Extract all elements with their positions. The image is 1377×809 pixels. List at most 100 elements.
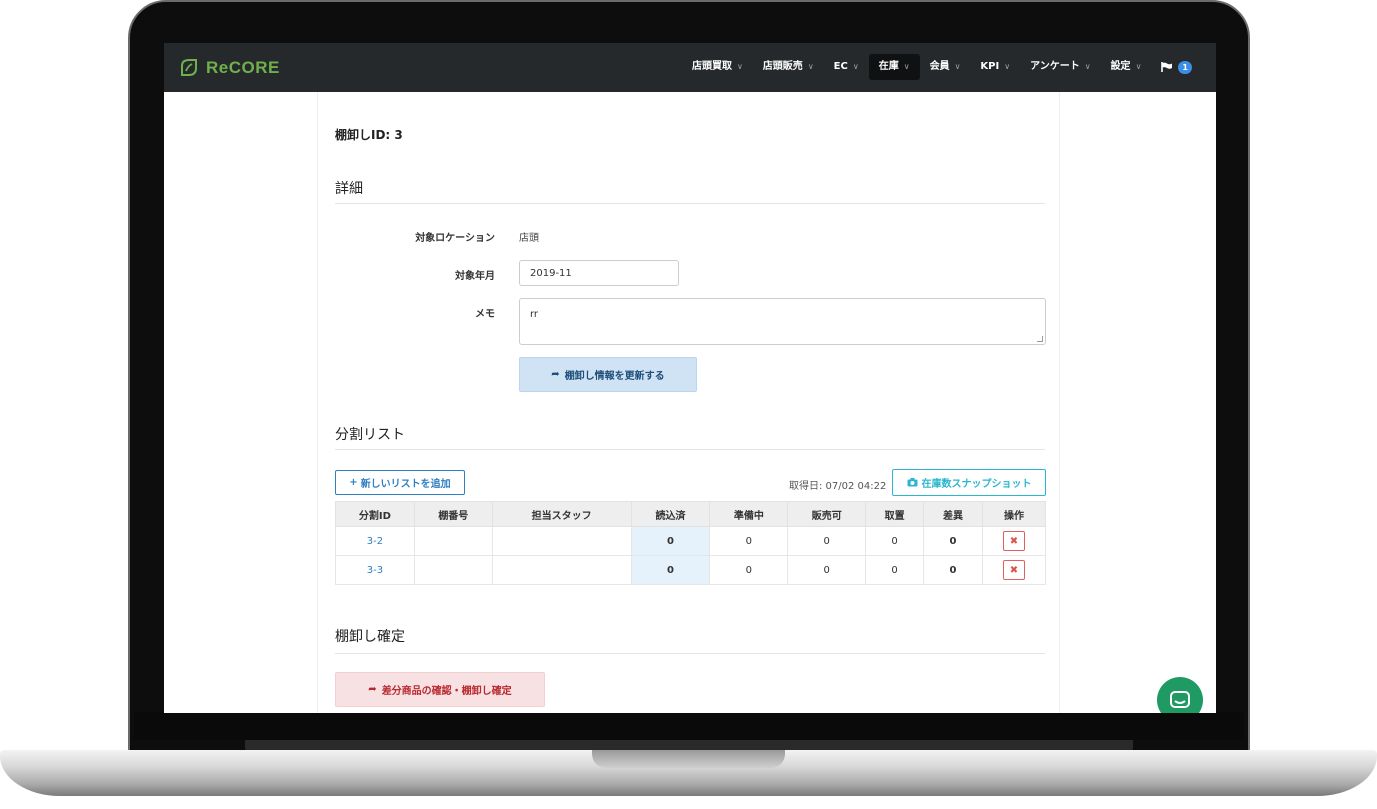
split-id-link[interactable]: 3-3: [367, 565, 383, 576]
laptop-notch: [592, 750, 785, 768]
location-label: 対象ロケーション: [415, 233, 495, 244]
read-count-cell: 0: [630, 555, 711, 585]
staff-cell: [491, 555, 632, 585]
table-row: 3-3 0 0 0 0 0 ✖: [335, 555, 1047, 585]
camera-icon: [907, 478, 917, 487]
nav-item-label: 会員: [929, 61, 950, 72]
confirm-heading: 棚卸し確定: [335, 629, 405, 645]
diff-count-cell: 0: [923, 555, 983, 585]
preparing-count-cell: 0: [709, 526, 789, 556]
nav-item-notifications[interactable]: 1: [1151, 54, 1202, 80]
laptop-bezel: [134, 712, 1244, 740]
nav-item-label: EC: [833, 61, 848, 72]
delete-button[interactable]: ✖: [1002, 531, 1025, 551]
resize-handle-icon[interactable]: [1037, 336, 1043, 342]
confirm-inventory-button[interactable]: ➦ 差分商品の確認・棚卸し確定: [335, 672, 545, 707]
app-screen: ReCORE 店頭買取 ∨ 店頭販売 ∨ EC ∨ 在庫 ∨ 会員 ∨ KPI …: [164, 43, 1216, 713]
action-cell: ✖: [981, 526, 1047, 556]
divider: [335, 653, 1045, 654]
close-icon: ✖: [1009, 535, 1019, 547]
split-list-heading: 分割リスト: [335, 427, 405, 443]
snapshot-button[interactable]: 在庫数スナップショット: [892, 469, 1046, 496]
memo-textarea[interactable]: rr: [519, 298, 1046, 345]
split-id-cell: 3-3: [335, 555, 415, 585]
staff-cell: [491, 526, 632, 556]
details-heading: 詳細: [335, 181, 363, 197]
split-id-link[interactable]: 3-2: [367, 536, 383, 547]
nav-item-label: 在庫: [878, 61, 899, 72]
column-header[interactable]: 準備中: [709, 501, 789, 527]
nav-item-label: KPI: [980, 61, 1000, 72]
nav-item-store-sales[interactable]: 店頭販売 ∨: [753, 54, 824, 80]
shelf-cell: [413, 555, 493, 585]
nav-item-members[interactable]: 会員 ∨: [920, 54, 971, 80]
nav-item-inventory[interactable]: 在庫 ∨: [868, 54, 920, 80]
nav-item-ec[interactable]: EC ∨: [824, 54, 869, 80]
add-list-button[interactable]: + 新しいリストを追加: [335, 470, 465, 495]
notification-badge: 1: [1178, 60, 1192, 74]
sellable-count-cell: 0: [787, 526, 867, 556]
plus-icon: +: [349, 477, 358, 488]
nav-menu: 店頭買取 ∨ 店頭販売 ∨ EC ∨ 在庫 ∨ 会員 ∨ KPI ∨ アンケート…: [682, 53, 1202, 81]
column-header[interactable]: 取置: [865, 501, 925, 527]
memo-label: メモ: [475, 309, 495, 320]
page-title: 棚卸しID: 3: [335, 128, 403, 142]
column-header[interactable]: 分割ID: [335, 501, 415, 527]
chevron-down-icon: ∨: [954, 62, 961, 71]
chevron-down-icon: ∨: [807, 62, 814, 71]
nav-item-settings[interactable]: 設定 ∨: [1101, 54, 1152, 80]
update-inventory-button[interactable]: ➦ 棚卸し情報を更新する: [519, 357, 697, 392]
chevron-down-icon: ∨: [736, 62, 743, 71]
sellable-count-cell: 0: [787, 555, 867, 585]
chevron-down-icon: ∨: [852, 62, 859, 71]
chat-support-button[interactable]: [1157, 677, 1203, 713]
fetch-date: 取得日: 07/02 04:22: [789, 481, 887, 492]
shelf-cell: [413, 526, 493, 556]
nav-item-kpi[interactable]: KPI ∨: [970, 54, 1020, 80]
brand-name: ReCORE: [206, 58, 280, 77]
main-panel: 棚卸しID: 3 詳細 対象ロケーション 店頭 対象年月 2019-11 メモ …: [317, 92, 1060, 713]
location-value: 店頭: [519, 233, 539, 244]
table-header-row: 分割ID 棚番号 担当スタッフ 読込済 準備中 販売可 取置 差異 操作: [335, 501, 1047, 527]
read-count-cell: 0: [630, 526, 711, 556]
snapshot-label: 在庫数スナップショット: [921, 479, 1032, 490]
nav-item-survey[interactable]: アンケート ∨: [1020, 54, 1100, 80]
diff-count-cell: 0: [923, 526, 983, 556]
nav-item-label: 設定: [1110, 61, 1131, 72]
column-header: 操作: [981, 501, 1047, 527]
leaf-logo-icon: [181, 59, 197, 76]
close-icon: ✖: [1009, 564, 1019, 576]
nav-item-label: アンケート: [1030, 61, 1080, 72]
confirm-button-label: 差分商品の確認・棚卸し確定: [381, 686, 512, 697]
share-arrow-icon: ➦: [551, 369, 560, 380]
split-list-table: 分割ID 棚番号 担当スタッフ 読込済 準備中 販売可 取置 差異 操作 3-2…: [335, 501, 1047, 585]
table-row: 3-2 0 0 0 0 0 ✖: [335, 526, 1047, 556]
add-list-label: 新しいリストを追加: [360, 479, 451, 490]
nav-item-label: 店頭販売: [762, 61, 803, 72]
nav-item-store-purchase[interactable]: 店頭買取 ∨: [682, 54, 753, 80]
chevron-down-icon: ∨: [1084, 62, 1091, 71]
chat-icon: [1170, 691, 1190, 708]
reserved-count-cell: 0: [865, 526, 925, 556]
chevron-down-icon: ∨: [1004, 62, 1011, 71]
divider: [335, 449, 1045, 450]
month-label: 対象年月: [455, 271, 495, 282]
nav-item-label: 店頭買取: [691, 61, 732, 72]
action-cell: ✖: [981, 555, 1047, 585]
chevron-down-icon: ∨: [1135, 62, 1142, 71]
top-navbar: ReCORE 店頭買取 ∨ 店頭販売 ∨ EC ∨ 在庫 ∨ 会員 ∨ KPI …: [164, 43, 1216, 92]
split-id-cell: 3-2: [335, 526, 415, 556]
brand-logo[interactable]: ReCORE: [178, 56, 280, 80]
flag-icon: [1161, 62, 1173, 72]
column-header[interactable]: 読込済: [630, 501, 711, 527]
column-header[interactable]: 棚番号: [413, 501, 493, 527]
column-header[interactable]: 販売可: [787, 501, 867, 527]
memo-text: rr: [530, 309, 539, 320]
update-button-label: 棚卸し情報を更新する: [564, 371, 665, 382]
reserved-count-cell: 0: [865, 555, 925, 585]
column-header[interactable]: 差異: [923, 501, 983, 527]
column-header[interactable]: 担当スタッフ: [491, 501, 632, 527]
laptop-mockup: ReCORE 店頭買取 ∨ 店頭販売 ∨ EC ∨ 在庫 ∨ 会員 ∨ KPI …: [0, 0, 1377, 809]
month-field[interactable]: 2019-11: [519, 260, 679, 286]
delete-button[interactable]: ✖: [1002, 560, 1025, 580]
